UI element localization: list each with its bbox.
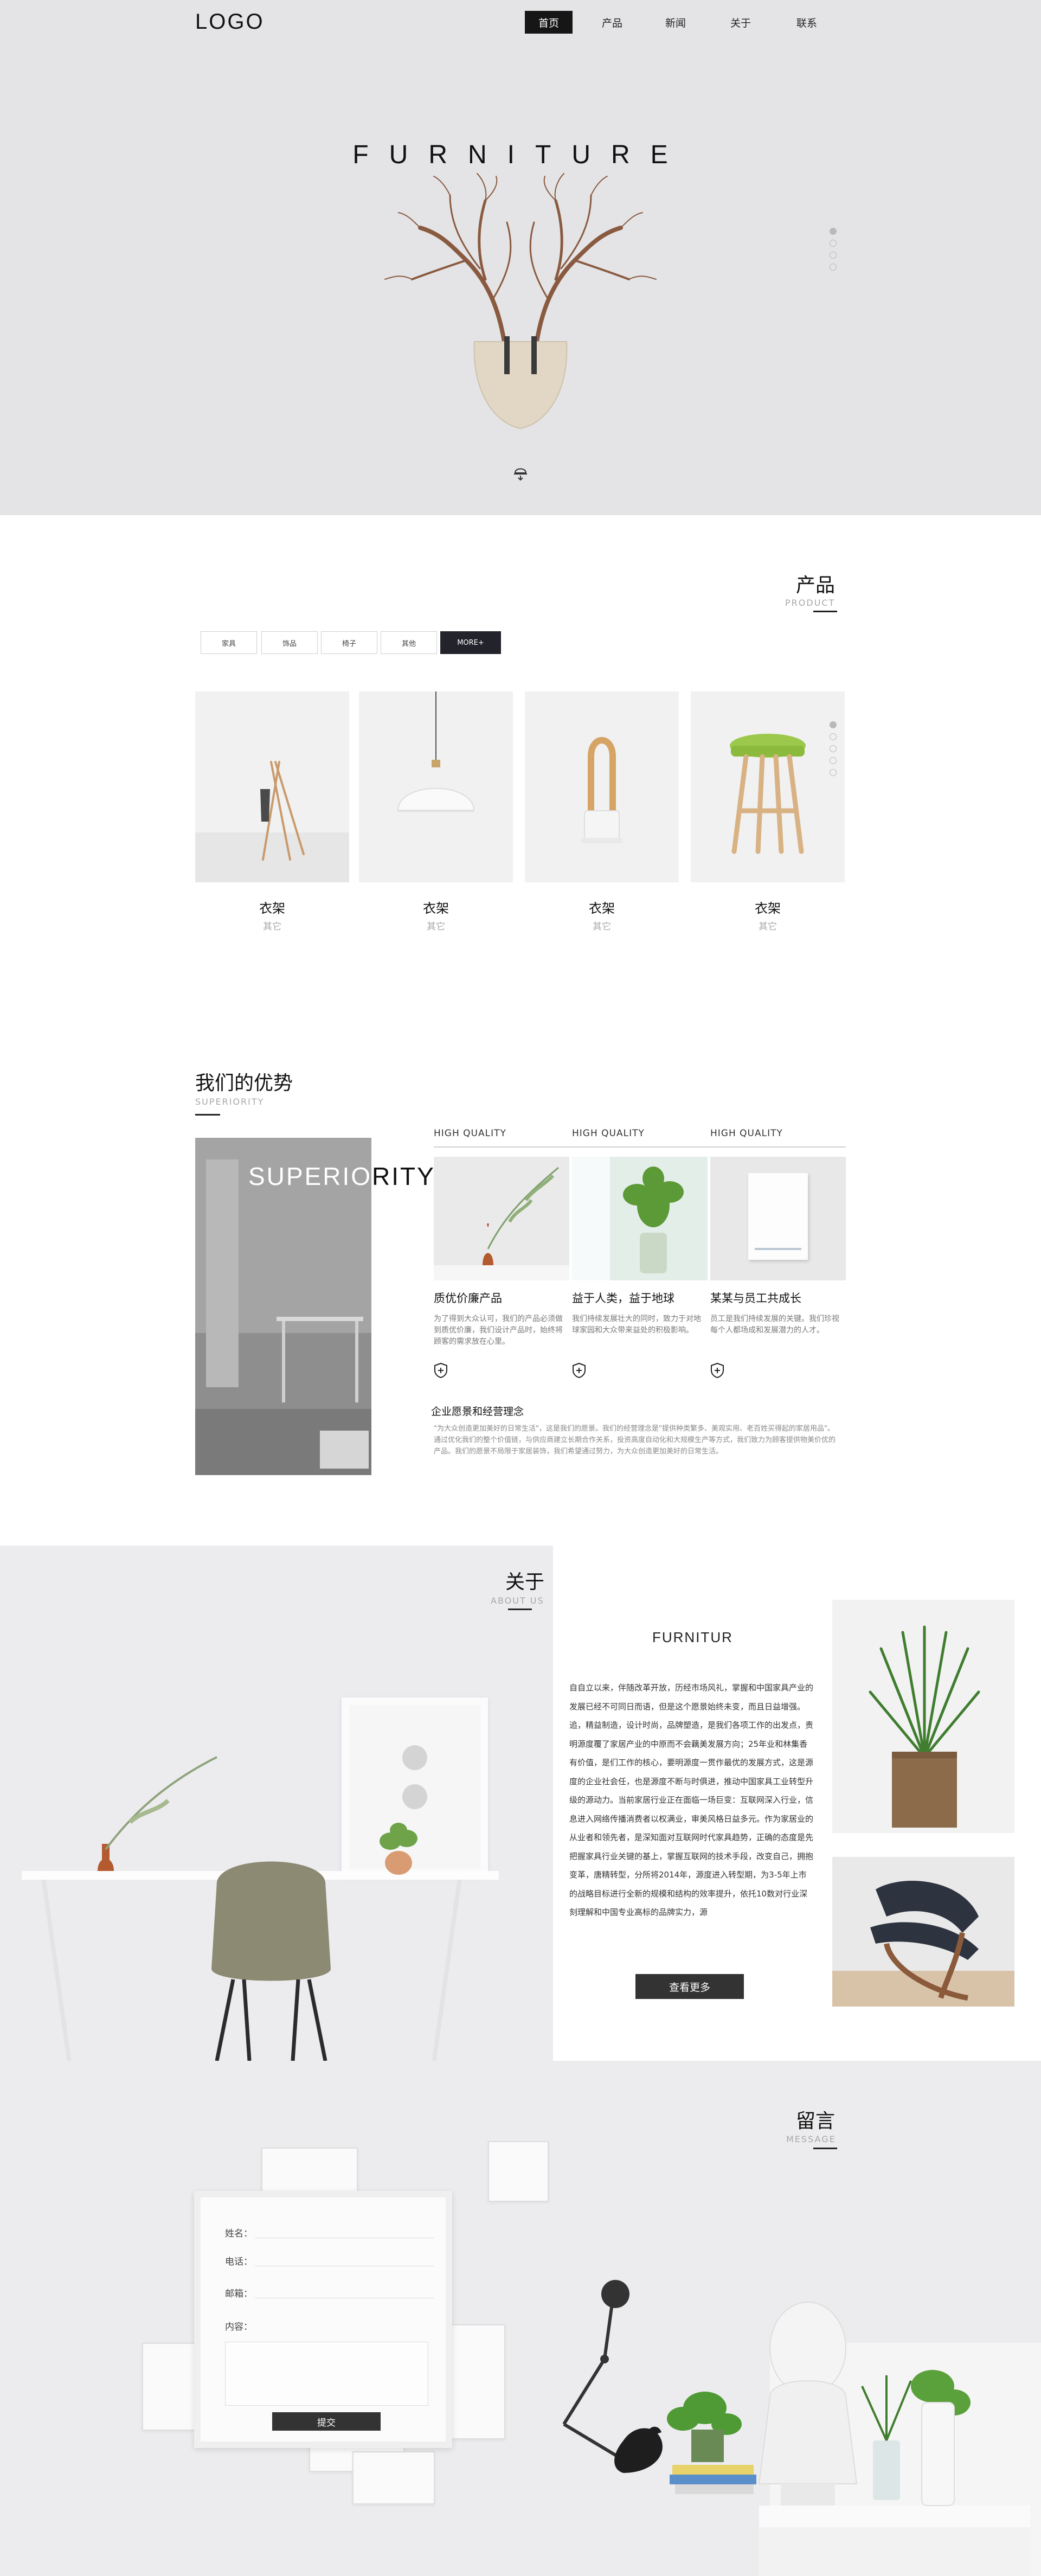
view-more-button[interactable]: 查看更多 bbox=[635, 1974, 744, 1999]
product-sub-2: 其它 bbox=[427, 921, 445, 932]
table-lantern-image bbox=[581, 737, 622, 843]
product-dot-3[interactable] bbox=[830, 745, 837, 752]
feature-text-1: 为了得到大众认可，我们的产品必须做到质优价廉，我们设计产品时，始终将顾客的需求放… bbox=[434, 1315, 563, 1346]
slide-dot-4[interactable] bbox=[830, 264, 837, 271]
about-photo-desk bbox=[0, 1546, 553, 2061]
still-life-image bbox=[562, 2280, 1030, 2576]
shield-icon bbox=[573, 1362, 586, 1379]
tab-more[interactable]: MORE+ bbox=[440, 631, 501, 654]
product-name-1: 衣架 bbox=[259, 901, 285, 916]
about-photo-plant bbox=[832, 1600, 1014, 1833]
shield-icon bbox=[434, 1362, 447, 1379]
tab-chairs[interactable]: 椅子 bbox=[321, 631, 377, 654]
feature-image-plant bbox=[572, 1157, 708, 1280]
about-paragraph: 自自立以来，伴随改革开放，历经市场风礼，掌握和中国家具产业的发展已经不可同日而语… bbox=[569, 1683, 814, 1917]
product-name-4: 衣架 bbox=[755, 901, 781, 916]
nav-contact[interactable]: 联系 bbox=[783, 11, 831, 34]
antler-wall-decor-image bbox=[384, 173, 657, 430]
product-dot-1[interactable] bbox=[830, 721, 837, 728]
product-dot-2[interactable] bbox=[830, 733, 837, 740]
decor-frame bbox=[451, 2324, 505, 2439]
product-sub-1: 其它 bbox=[263, 921, 281, 932]
slide-dot-2[interactable] bbox=[830, 240, 837, 247]
logo[interactable]: LOGO bbox=[195, 10, 265, 34]
page: LOGO 首页 产品 新闻 关于 联系 FURNITURE 产品 PRODUCT… bbox=[0, 0, 1041, 2576]
nav-home[interactable]: 首页 bbox=[525, 11, 573, 34]
superiority-title: 我们的优势 bbox=[195, 1072, 293, 1094]
shield-icon bbox=[711, 1362, 724, 1379]
feature-text-3: 员工是我们持续发展的关键。我们珍视每个人都场成和发展潜力的人才。 bbox=[710, 1315, 839, 1335]
superiority-overlay-tail: SUPERIORITY bbox=[371, 1162, 435, 1190]
quality-label-3: HIGH QUALITY bbox=[710, 1128, 783, 1139]
nav-products[interactable]: 产品 bbox=[588, 11, 636, 34]
product-sub-4: 其它 bbox=[759, 921, 777, 932]
about-title: 关于 bbox=[505, 1571, 545, 1593]
quality-divider bbox=[434, 1146, 846, 1148]
phone-label: 电话： bbox=[225, 2257, 253, 2267]
product-subtitle: PRODUCT bbox=[785, 598, 836, 608]
quality-label-1: HIGH QUALITY bbox=[434, 1128, 506, 1139]
slide-dot-1[interactable] bbox=[830, 228, 837, 235]
tab-furniture[interactable]: 家具 bbox=[201, 631, 257, 654]
quality-label-2: HIGH QUALITY bbox=[572, 1128, 645, 1139]
nav-about[interactable]: 关于 bbox=[717, 11, 764, 34]
message-title-underline bbox=[813, 2148, 837, 2149]
feature-image-book bbox=[710, 1157, 846, 1280]
product-card-1[interactable] bbox=[195, 691, 349, 882]
about-title-underline bbox=[508, 1609, 532, 1610]
coat-rack-image bbox=[260, 761, 305, 861]
superiority-title-underline bbox=[195, 1114, 220, 1116]
tab-other[interactable]: 其他 bbox=[381, 631, 437, 654]
decor-frame bbox=[488, 2141, 549, 2202]
submit-button[interactable]: 提交 bbox=[272, 2412, 381, 2431]
tab-decor[interactable]: 饰品 bbox=[261, 631, 318, 654]
product-card-3[interactable] bbox=[525, 691, 679, 882]
about-subtitle: ABOUT US bbox=[491, 1595, 544, 1606]
content-textarea[interactable] bbox=[225, 2342, 428, 2406]
email-label: 邮箱： bbox=[225, 2289, 253, 2299]
product-title: 产品 bbox=[796, 574, 836, 597]
feature-image-vase bbox=[434, 1157, 569, 1280]
product-name-3: 衣架 bbox=[589, 901, 615, 916]
product-dot-5[interactable] bbox=[830, 769, 837, 776]
message-subtitle: MESSAGE bbox=[786, 2134, 836, 2144]
vision-title: 企业愿景和经营理念 bbox=[431, 1406, 524, 1418]
about-heading: FURNITUR bbox=[652, 1629, 733, 1645]
pendant-lamp-image bbox=[397, 691, 475, 812]
superiority-subtitle: SUPERIORITY bbox=[195, 1097, 265, 1107]
vision-text: "为大众创造更加美好的日常生活"，这是我们的愿景。我们的经营理念是"提供种类繁多… bbox=[434, 1425, 836, 1456]
scroll-down-icon[interactable] bbox=[513, 462, 528, 482]
message-title: 留言 bbox=[796, 2110, 836, 2132]
name-label: 姓名： bbox=[225, 2228, 253, 2239]
green-stool-image bbox=[730, 734, 806, 854]
product-title-underline bbox=[813, 611, 837, 612]
nav-news[interactable]: 新闻 bbox=[652, 11, 699, 34]
feature-title-3: 某某与员工共成长 bbox=[710, 1292, 801, 1305]
product-dot-4[interactable] bbox=[830, 757, 837, 764]
product-name-2: 衣架 bbox=[423, 901, 449, 916]
decor-frame bbox=[142, 2343, 196, 2431]
hero-banner: LOGO 首页 产品 新闻 关于 联系 FURNITURE bbox=[0, 0, 1041, 515]
feature-title-1: 质优价廉产品 bbox=[434, 1292, 502, 1305]
about-photo-chair bbox=[832, 1857, 1014, 2007]
feature-title-2: 益于人类，益于地球 bbox=[572, 1292, 674, 1305]
feature-text-2: 我们持续发展壮大的同时，致力于对地球家园和大众带来益处的积极影响。 bbox=[572, 1315, 701, 1335]
product-card-2[interactable] bbox=[359, 691, 513, 882]
slide-dot-3[interactable] bbox=[830, 252, 837, 259]
product-card-4[interactable] bbox=[691, 691, 845, 882]
content-label: 内容： bbox=[225, 2322, 253, 2333]
product-sub-3: 其它 bbox=[593, 921, 611, 932]
decor-frame bbox=[352, 2451, 435, 2504]
